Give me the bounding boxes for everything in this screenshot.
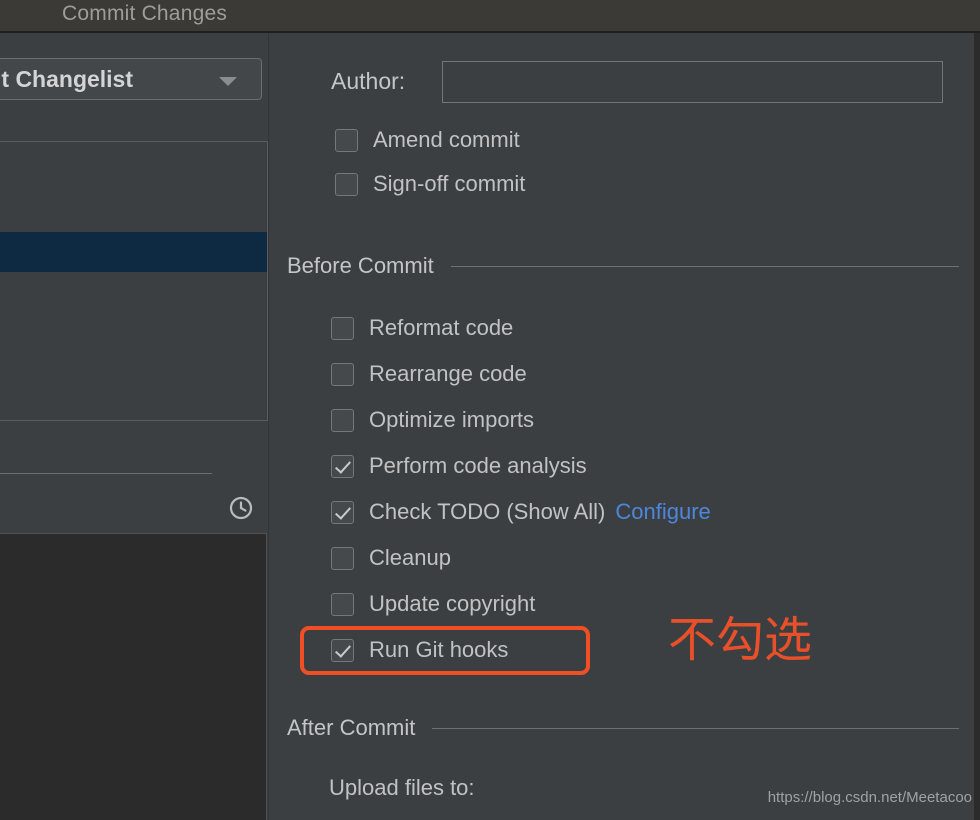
left-panel-divider bbox=[0, 473, 212, 474]
changelist-dropdown-label: lt Changelist bbox=[0, 66, 134, 92]
before-commit-section-header: Before Commit bbox=[287, 252, 959, 280]
check-todo-checkbox-row[interactable]: Check TODO (Show All) Configure bbox=[331, 497, 711, 527]
perform-code-analysis-label: Perform code analysis bbox=[369, 453, 587, 478]
callout-text-annotation: 不勾选 bbox=[668, 612, 813, 668]
sign-off-commit-label: Sign-off commit bbox=[373, 171, 526, 196]
amend-commit-checkbox[interactable] bbox=[335, 128, 358, 152]
reformat-code-checkbox[interactable] bbox=[331, 316, 354, 340]
cleanup-label: Cleanup bbox=[369, 545, 451, 570]
configure-link[interactable]: Configure bbox=[615, 499, 710, 525]
amend-commit-label: Amend commit bbox=[373, 127, 520, 152]
update-copyright-checkbox[interactable] bbox=[331, 592, 354, 616]
changelist-panel: lt Changelist t bbox=[0, 33, 268, 820]
after-commit-title: After Commit bbox=[287, 715, 416, 740]
clock-icon[interactable] bbox=[228, 495, 254, 521]
commit-changes-dialog: Commit Changes lt Changelist t bbox=[0, 0, 980, 820]
commit-message-editor[interactable] bbox=[0, 533, 267, 820]
run-git-hooks-checkbox-row[interactable]: Run Git hooks bbox=[331, 635, 508, 665]
sign-off-commit-checkbox-row[interactable]: Sign-off commit bbox=[335, 169, 525, 199]
perform-code-analysis-checkbox[interactable] bbox=[331, 454, 354, 478]
sign-off-commit-checkbox[interactable] bbox=[335, 172, 358, 196]
dialog-right-edge bbox=[974, 33, 980, 820]
check-todo-label: Check TODO (Show All) bbox=[369, 499, 606, 524]
chevron-down-icon bbox=[219, 77, 237, 86]
after-commit-section-header: After Commit bbox=[287, 714, 959, 742]
section-divider bbox=[432, 727, 959, 729]
rearrange-code-label: Rearrange code bbox=[369, 361, 527, 386]
commit-options-panel: Author: Amend commit Sign-off commit Bef… bbox=[273, 33, 974, 820]
run-git-hooks-checkbox[interactable] bbox=[331, 638, 354, 662]
changelist-dropdown[interactable]: lt Changelist bbox=[0, 58, 262, 100]
perform-code-analysis-checkbox-row[interactable]: Perform code analysis bbox=[331, 451, 587, 481]
tree-row-selected[interactable] bbox=[0, 232, 267, 272]
update-copyright-label: Update copyright bbox=[369, 591, 536, 616]
check-todo-checkbox[interactable] bbox=[331, 500, 354, 524]
run-git-hooks-label: Run Git hooks bbox=[369, 637, 509, 662]
reformat-code-label: Reformat code bbox=[369, 315, 514, 340]
section-divider bbox=[450, 265, 959, 267]
upload-files-to-label: Upload files to: bbox=[329, 775, 475, 800]
author-row: Author: bbox=[273, 61, 974, 103]
watermark: https://blog.csdn.net/Meetacoo bbox=[767, 789, 972, 806]
reformat-code-checkbox-row[interactable]: Reformat code bbox=[331, 313, 513, 343]
dialog-titlebar: Commit Changes bbox=[0, 0, 980, 33]
optimize-imports-label: Optimize imports bbox=[369, 407, 535, 432]
before-commit-title: Before Commit bbox=[287, 253, 434, 278]
optimize-imports-checkbox[interactable] bbox=[331, 408, 354, 432]
cleanup-checkbox[interactable] bbox=[331, 546, 354, 570]
rearrange-code-checkbox[interactable] bbox=[331, 362, 354, 386]
update-copyright-checkbox-row[interactable]: Update copyright bbox=[331, 589, 535, 619]
amend-commit-checkbox-row[interactable]: Amend commit bbox=[335, 125, 520, 155]
tree-row[interactable]: t bbox=[0, 142, 267, 178]
changed-files-tree[interactable]: t bbox=[0, 141, 268, 421]
cleanup-checkbox-row[interactable]: Cleanup bbox=[331, 543, 451, 573]
author-label: Author: bbox=[331, 68, 406, 94]
rearrange-code-checkbox-row[interactable]: Rearrange code bbox=[331, 359, 527, 389]
dialog-title: Commit Changes bbox=[62, 2, 228, 25]
author-input[interactable] bbox=[442, 61, 943, 103]
optimize-imports-checkbox-row[interactable]: Optimize imports bbox=[331, 405, 534, 435]
